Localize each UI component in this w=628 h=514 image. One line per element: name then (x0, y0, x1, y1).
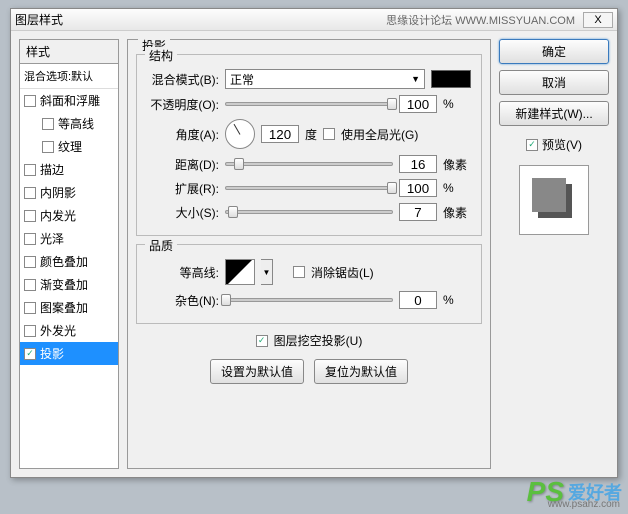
style-label: 投影 (40, 345, 64, 362)
noise-label: 杂色(N): (147, 292, 219, 309)
style-checkbox[interactable] (24, 279, 36, 291)
noise-input[interactable] (399, 291, 437, 309)
style-item[interactable]: 图案叠加 (20, 296, 118, 319)
opacity-label: 不透明度(O): (147, 96, 219, 113)
noise-slider[interactable] (225, 298, 393, 302)
style-item[interactable]: 内阴影 (20, 181, 118, 204)
style-item[interactable]: 纹理 (20, 135, 118, 158)
size-unit: 像素 (443, 204, 471, 221)
watermark-url: www.psahz.com (548, 499, 620, 510)
style-item[interactable]: 光泽 (20, 227, 118, 250)
style-label: 内发光 (40, 207, 76, 224)
watermark: PS 爱好者 www.psahz.com (527, 476, 622, 508)
noise-unit: % (443, 293, 471, 307)
spread-slider[interactable] (225, 186, 393, 190)
knockout-checkbox[interactable] (256, 335, 268, 347)
style-label: 等高线 (58, 115, 94, 132)
style-label: 颜色叠加 (40, 253, 88, 270)
style-label: 斜面和浮雕 (40, 92, 100, 109)
close-button[interactable]: X (583, 12, 613, 28)
antialias-label: 消除锯齿(L) (311, 264, 374, 281)
cancel-button[interactable]: 取消 (499, 70, 609, 95)
style-item[interactable]: 颜色叠加 (20, 250, 118, 273)
distance-input[interactable] (399, 155, 437, 173)
blend-options-header[interactable]: 混合选项:默认 (20, 64, 118, 89)
opacity-unit: % (443, 97, 471, 111)
quality-fieldset: 品质 等高线: ▼ 消除锯齿(L) 杂色(N): % (136, 244, 482, 324)
style-checkbox[interactable] (24, 256, 36, 268)
spread-unit: % (443, 181, 471, 195)
style-item[interactable]: 描边 (20, 158, 118, 181)
titlebar: 图层样式 思缘设计论坛 WWW.MISSYUAN.COM X (11, 9, 617, 31)
structure-fieldset: 结构 混合模式(B): 正常 不透明度(O): % 角度(A): (136, 54, 482, 236)
ok-button[interactable]: 确定 (499, 39, 609, 64)
style-checkbox[interactable] (24, 233, 36, 245)
style-label: 纹理 (58, 138, 82, 155)
layer-style-dialog: 图层样式 思缘设计论坛 WWW.MISSYUAN.COM X 样式 混合选项:默… (10, 8, 618, 478)
preview-box (519, 165, 589, 235)
reset-default-button[interactable]: 复位为默认值 (314, 359, 408, 384)
spread-label: 扩展(R): (147, 180, 219, 197)
preview-checkbox[interactable] (526, 139, 538, 151)
distance-label: 距离(D): (147, 156, 219, 173)
style-label: 渐变叠加 (40, 276, 88, 293)
style-label: 外发光 (40, 322, 76, 339)
global-light-checkbox[interactable] (323, 128, 335, 140)
style-label: 内阴影 (40, 184, 76, 201)
style-item[interactable]: 投影 (20, 342, 118, 365)
size-slider[interactable] (225, 210, 393, 214)
distance-slider[interactable] (225, 162, 393, 166)
opacity-input[interactable] (399, 95, 437, 113)
angle-unit: 度 (305, 126, 317, 143)
contour-dropdown[interactable]: ▼ (261, 259, 273, 285)
action-panel: 确定 取消 新建样式(W)... 预览(V) (499, 39, 609, 469)
style-checkbox[interactable] (24, 302, 36, 314)
quality-label: 品质 (145, 237, 177, 254)
style-item[interactable]: 渐变叠加 (20, 273, 118, 296)
set-default-button[interactable]: 设置为默认值 (210, 359, 304, 384)
styles-panel: 样式 混合选项:默认 斜面和浮雕等高线纹理描边内阴影内发光光泽颜色叠加渐变叠加图… (19, 39, 119, 469)
style-label: 图案叠加 (40, 299, 88, 316)
contour-label: 等高线: (147, 264, 219, 281)
window-title: 图层样式 (15, 11, 63, 28)
style-checkbox[interactable] (42, 141, 54, 153)
structure-label: 结构 (145, 47, 177, 64)
contour-picker[interactable] (225, 259, 255, 285)
style-checkbox[interactable] (24, 348, 36, 360)
settings-panel: 投影 结构 混合模式(B): 正常 不透明度(O): % (127, 39, 491, 469)
size-label: 大小(S): (147, 204, 219, 221)
preview-label: 预览(V) (542, 136, 582, 153)
blend-mode-dropdown[interactable]: 正常 (225, 69, 425, 89)
angle-dial[interactable] (225, 119, 255, 149)
color-swatch[interactable] (431, 70, 471, 88)
style-checkbox[interactable] (24, 164, 36, 176)
antialias-checkbox[interactable] (293, 266, 305, 278)
style-checkbox[interactable] (24, 187, 36, 199)
style-label: 光泽 (40, 230, 64, 247)
blend-mode-label: 混合模式(B): (147, 71, 219, 88)
knockout-label: 图层挖空投影(U) (274, 332, 363, 349)
angle-input[interactable] (261, 125, 299, 143)
angle-label: 角度(A): (147, 126, 219, 143)
style-item[interactable]: 内发光 (20, 204, 118, 227)
spread-input[interactable] (399, 179, 437, 197)
distance-unit: 像素 (443, 156, 471, 173)
style-item[interactable]: 斜面和浮雕 (20, 89, 118, 112)
style-item[interactable]: 等高线 (20, 112, 118, 135)
new-style-button[interactable]: 新建样式(W)... (499, 101, 609, 126)
style-checkbox[interactable] (42, 118, 54, 130)
style-checkbox[interactable] (24, 325, 36, 337)
style-label: 描边 (40, 161, 64, 178)
styles-list: 混合选项:默认 斜面和浮雕等高线纹理描边内阴影内发光光泽颜色叠加渐变叠加图案叠加… (19, 64, 119, 469)
style-checkbox[interactable] (24, 210, 36, 222)
blend-mode-value: 正常 (230, 71, 254, 88)
titlebar-subtitle: 思缘设计论坛 WWW.MISSYUAN.COM (386, 12, 575, 28)
style-checkbox[interactable] (24, 95, 36, 107)
opacity-slider[interactable] (225, 102, 393, 106)
style-item[interactable]: 外发光 (20, 319, 118, 342)
global-light-label: 使用全局光(G) (341, 126, 418, 143)
styles-header: 样式 (19, 39, 119, 64)
size-input[interactable] (399, 203, 437, 221)
